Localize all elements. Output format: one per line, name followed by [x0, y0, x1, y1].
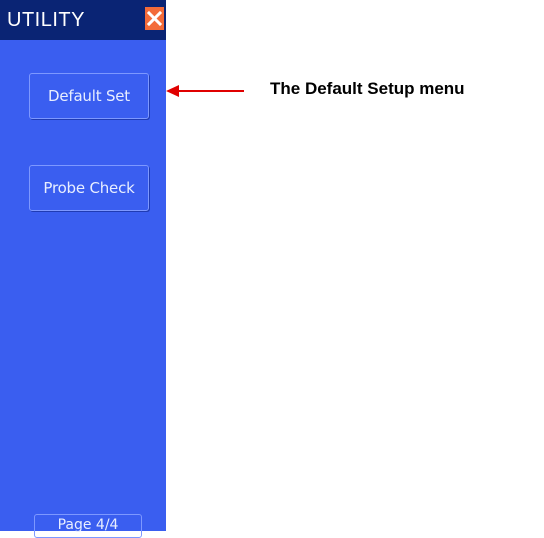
- page-indicator-button[interactable]: Page 4/4: [34, 514, 142, 538]
- utility-panel: UTILITY Default Set Probe Check Page 4/4: [0, 0, 166, 538]
- probe-check-button[interactable]: Probe Check: [29, 165, 149, 211]
- default-set-button[interactable]: Default Set: [29, 73, 149, 119]
- panel-title: UTILITY: [7, 9, 85, 31]
- pointer-arrow: [166, 85, 244, 97]
- close-button[interactable]: [145, 7, 164, 30]
- annotation-label: The Default Setup menu: [270, 79, 465, 98]
- close-x-icon: [147, 11, 162, 26]
- title-bar: UTILITY: [0, 0, 166, 40]
